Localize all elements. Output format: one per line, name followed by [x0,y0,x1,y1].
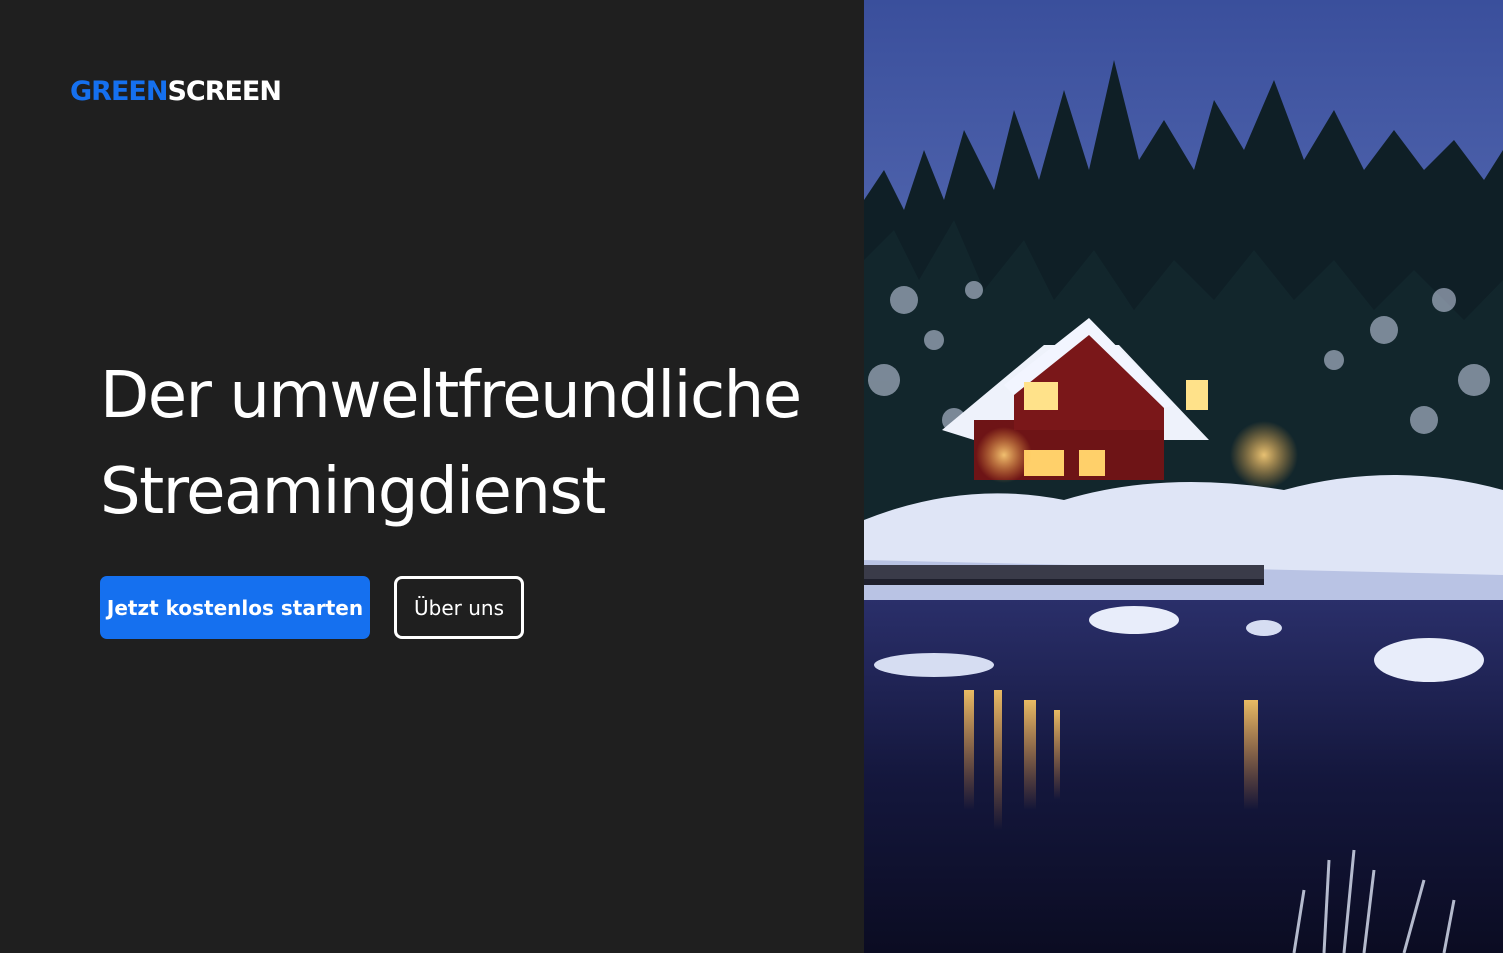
logo-text-screen: SCREEN [167,76,282,107]
headline-line-1: Der umweltfreundliche [100,359,802,433]
hero-photo [864,0,1503,953]
start-free-button[interactable]: Jetzt kostenlos starten [100,576,370,639]
about-us-button[interactable]: Über uns [394,576,524,639]
brand-logo[interactable]: GREENSCREEN [70,76,282,107]
winter-lake-house-photo-icon [864,0,1503,953]
headline-line-2: Streamingdienst [100,455,606,529]
hero-left-panel: GREENSCREEN Der umweltfreundliche Stream… [0,0,864,953]
hero-headline: Der umweltfreundliche Streamingdienst [100,348,840,540]
logo-text-green: GREEN [70,76,168,107]
